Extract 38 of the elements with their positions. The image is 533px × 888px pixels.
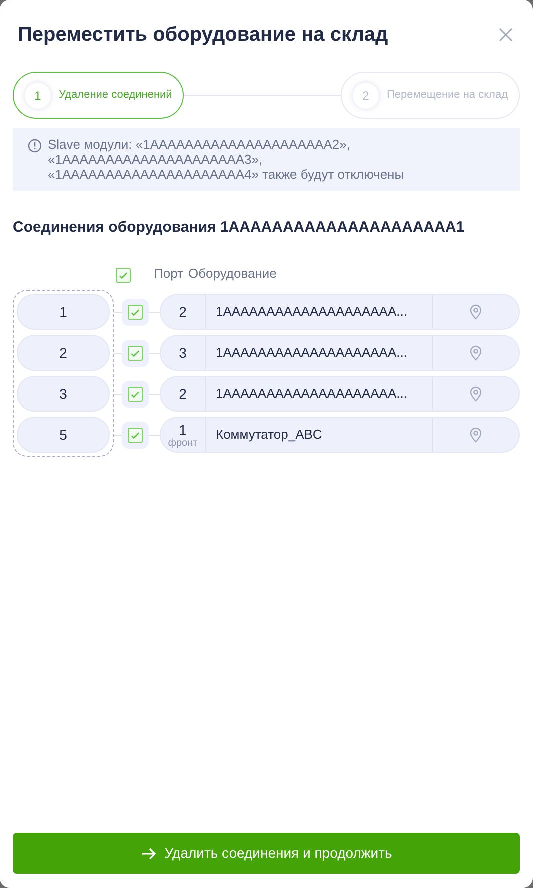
location-pin-icon[interactable] — [469, 345, 483, 361]
port-side: фронт — [168, 438, 198, 448]
step-number: 2 — [352, 82, 379, 108]
remote-port: 3 — [179, 345, 187, 361]
column-header: Оборудование — [188, 264, 277, 283]
primary-button[interactable]: Удалить соединения и продолжить — [13, 833, 520, 874]
equipment-name: 1AAAAAAAAAAAAAAAAAAAA... — [206, 377, 433, 411]
location-pin-icon[interactable] — [469, 304, 483, 320]
remote-port: 1 — [179, 422, 187, 438]
step-label: Перемещение на склад — [386, 90, 508, 101]
row-checkbox[interactable] — [128, 346, 143, 360]
step-number: 1 — [25, 82, 51, 108]
location-pin-icon[interactable] — [469, 386, 483, 402]
port-cell: 2 — [17, 335, 110, 371]
checkmark-icon — [118, 270, 129, 281]
location-pin-icon[interactable] — [469, 427, 483, 443]
step-tab[interactable]: 2 Перемещение на склад — [340, 72, 520, 119]
info-icon — [28, 139, 42, 153]
dialog-title: Переместить оборудование на склад — [18, 23, 388, 48]
row-checkbox[interactable] — [128, 428, 143, 442]
close-icon[interactable] — [498, 27, 514, 43]
row-checkbox[interactable] — [128, 386, 143, 402]
select-all-checkbox[interactable] — [116, 268, 131, 283]
port-cell: 5 — [17, 417, 110, 453]
port-cell: 1 — [17, 294, 110, 330]
arrow-right-icon — [140, 846, 157, 862]
equipment-name: 1AAAAAAAAAAAAAAAAAAAA... — [206, 295, 433, 329]
equipment-name: 1AAAAAAAAAAAAAAAAAAAA... — [206, 336, 433, 370]
step-tab[interactable]: 1 Удаление соединений — [13, 72, 184, 119]
step-label: Удаление соединений — [59, 90, 172, 101]
column-header: Порт — [154, 264, 184, 283]
section-title: Соединения оборудования 1AAAAAAAAAAAAAAAAAAAAA1 — [13, 218, 466, 238]
notice-text: Slave модули: «1AAAAAAAAAAAAAAAAAAAAA2», «1AAAAAAAAAAAAAAAAAAAAA3», «1AAAAAAAAAAAAAAAAAAAAA4» также будут отключены — [48, 137, 406, 182]
equipment-name: Коммутатор_ABC — [206, 418, 433, 452]
port-cell: 3 — [17, 376, 110, 412]
remote-port: 2 — [179, 386, 187, 402]
row-checkbox[interactable] — [128, 304, 143, 320]
remote-port: 2 — [179, 304, 187, 320]
